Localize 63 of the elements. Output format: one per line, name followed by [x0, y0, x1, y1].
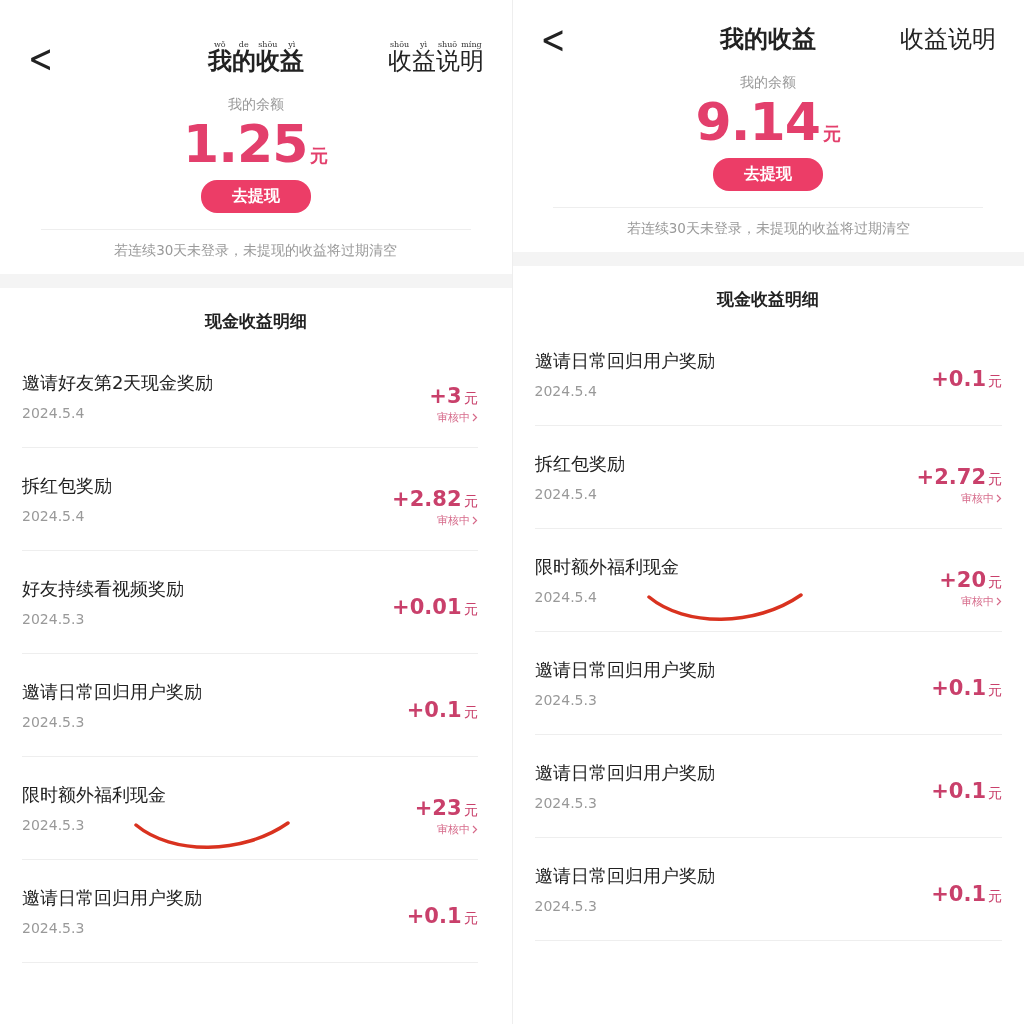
back-button[interactable]: < — [540, 16, 566, 62]
entry-name: 拆红包奖励 — [534, 452, 625, 476]
entry-amount: +0.1 元 — [931, 882, 1002, 906]
currency-unit: 元 — [310, 144, 329, 168]
chevron-right-icon — [996, 493, 1002, 503]
expiry-notice: 若连续30天未登录，未提现的收益将过期清空 — [553, 207, 984, 252]
review-status-link[interactable]: 审核中 — [961, 593, 1002, 609]
entry-name: 邀请日常回归用户奖励 — [534, 761, 715, 785]
entry-date: 2024.5.4 — [534, 486, 598, 502]
entry-date: 2024.5.4 — [22, 508, 86, 524]
withdraw-button[interactable]: 去提现 — [713, 158, 824, 191]
entry-name: 邀请好友第2天现金奖励 — [22, 371, 214, 395]
entry-date: 2024.5.3 — [534, 795, 598, 811]
chevron-right-icon — [471, 412, 478, 422]
entry-name: 邀请日常回归用户奖励 — [22, 886, 202, 910]
entry-date: 2024.5.3 — [22, 920, 86, 936]
chevron-right-icon — [996, 596, 1002, 606]
entry-date: 2024.5.3 — [534, 692, 598, 708]
entry-date: 2024.5.3 — [534, 898, 598, 914]
withdraw-button[interactable]: 去提现 — [200, 180, 311, 213]
expiry-notice: 若连续30天未登录，未提现的收益将过期清空 — [40, 229, 471, 274]
entry-date: 2024.5.4 — [534, 383, 598, 399]
entry-date: 2024.5.3 — [22, 714, 86, 730]
income-info-link[interactable]: 收益说明 — [900, 23, 996, 55]
entry-amount: +0.01 元 — [392, 595, 478, 619]
balance-amount: 1.25 — [183, 114, 308, 174]
entry-amount: +0.1 元 — [406, 904, 478, 928]
entry-date: 2024.5.3 — [22, 817, 86, 833]
entry-amount: +0.1 元 — [931, 676, 1002, 700]
entry-amount: +23 元 — [414, 795, 478, 820]
entry-date: 2024.5.4 — [534, 589, 598, 605]
entry-name: 限时额外福利现金 — [534, 555, 679, 579]
entry-name: 限时额外福利现金 — [22, 783, 166, 807]
review-status-link[interactable]: 审核中 — [961, 490, 1002, 506]
balance-label: 我的余额 — [740, 74, 797, 92]
entry-name: 邀请日常回归用户奖励 — [22, 680, 202, 704]
entry-name: 好友持续看视频奖励 — [22, 577, 184, 601]
page-title: 我的收益 — [720, 24, 817, 55]
entry-amount: +0.1 元 — [931, 779, 1002, 803]
entry-amount: +2.72 元 — [916, 464, 1002, 489]
currency-unit: 元 — [822, 122, 841, 146]
entry-amount: +0.1 元 — [406, 698, 478, 722]
section-title: 现金收益明细 — [203, 310, 308, 333]
chevron-right-icon — [471, 824, 478, 834]
entry-amount: +0.1 元 — [931, 367, 1002, 391]
review-status-link[interactable]: 审核中 — [436, 409, 478, 425]
entry-amount: +3 元 — [429, 383, 478, 408]
entry-amount: +20 元 — [939, 567, 1002, 592]
entry-name: 邀请日常回归用户奖励 — [534, 864, 715, 888]
balance-amount: 9.14 — [695, 92, 820, 152]
chevron-right-icon — [471, 515, 478, 525]
review-status-link[interactable]: 审核中 — [436, 512, 478, 528]
entry-date: 2024.5.3 — [22, 611, 86, 627]
balance-label: 我的余额 — [227, 96, 284, 114]
back-button[interactable]: < — [28, 35, 54, 81]
entry-amount: +2.82 元 — [392, 486, 478, 511]
entry-name: 邀请日常回归用户奖励 — [534, 658, 715, 682]
review-status-link[interactable]: 审核中 — [436, 821, 478, 837]
entry-name: 邀请日常回归用户奖励 — [534, 349, 715, 373]
income-info-link[interactable]: 收 shōu 益 yì 说 shuō 明 míng — [387, 39, 484, 77]
entry-date: 2024.5.4 — [22, 405, 86, 421]
entry-name: 拆红包奖励 — [22, 474, 112, 498]
section-title: 现金收益明细 — [715, 288, 821, 311]
